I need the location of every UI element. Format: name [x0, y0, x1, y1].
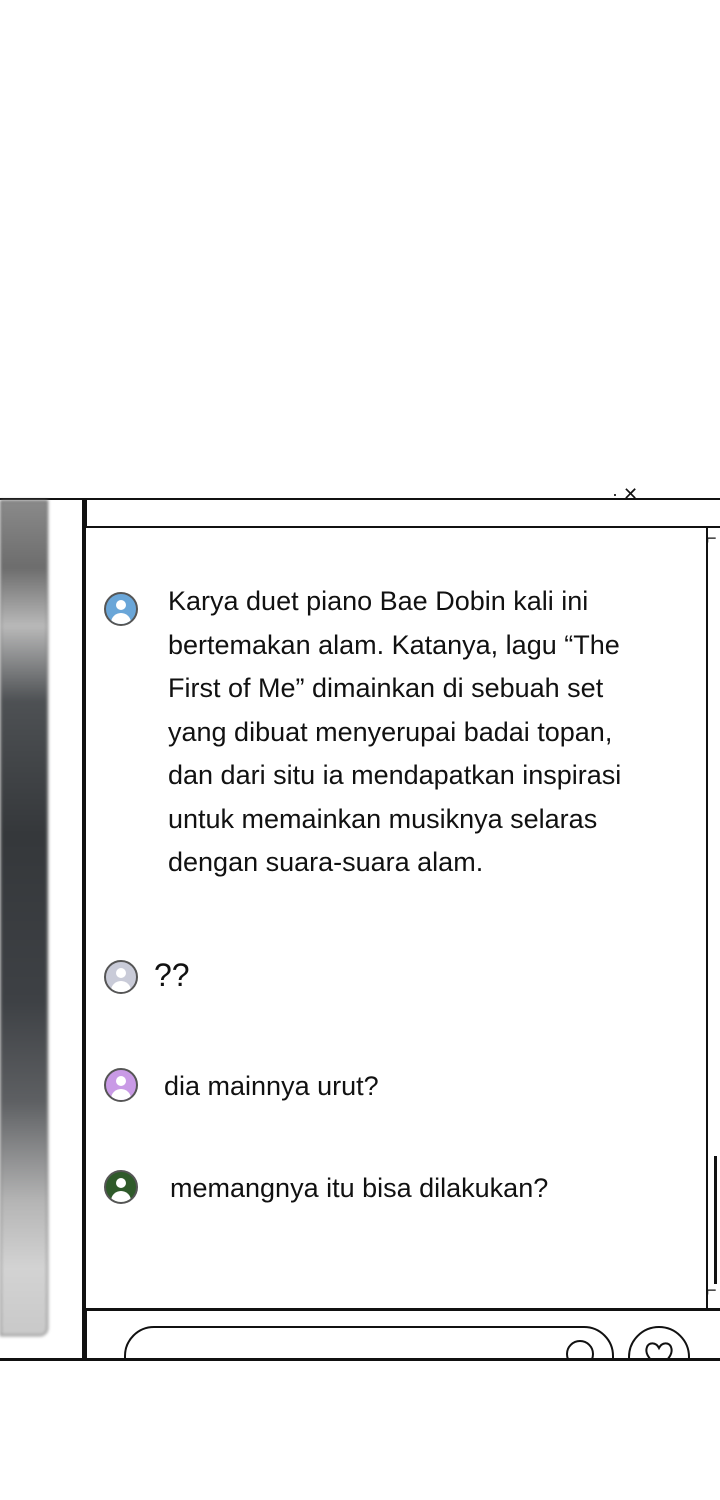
decorative-mark: · ✕	[612, 484, 639, 504]
chat-bottom-border	[84, 1308, 720, 1311]
chat-message: Karya duet piano Bae Dobin kali ini bert…	[104, 586, 621, 885]
message-text: memangnya itu bisa dilakukan?	[170, 1173, 549, 1203]
message-text: ??	[154, 957, 190, 993]
comic-panel: · ✕ ⌐ Karya duet piano Bae Dobin kali in…	[0, 484, 720, 1498]
chat-message: memangnya itu bisa dilakukan?	[104, 1170, 548, 1211]
panel-bottom-border	[0, 1358, 720, 1361]
user-avatar-icon[interactable]	[104, 592, 138, 626]
side-photo	[0, 500, 48, 1336]
user-avatar-icon[interactable]	[104, 1068, 138, 1102]
user-avatar-icon[interactable]	[104, 960, 138, 994]
message-text: Karya duet piano Bae Dobin kali ini bert…	[168, 586, 622, 877]
chat-message: dia mainnya urut?	[104, 1068, 379, 1109]
decorative-mark: ⌐	[706, 1280, 717, 1300]
chat-scrollbar[interactable]	[706, 1156, 717, 1284]
message-text: dia mainnya urut?	[164, 1071, 379, 1101]
panel-bottom-margin	[0, 1361, 720, 1498]
chat-message: ??	[104, 957, 190, 998]
user-avatar-icon[interactable]	[104, 1170, 138, 1204]
